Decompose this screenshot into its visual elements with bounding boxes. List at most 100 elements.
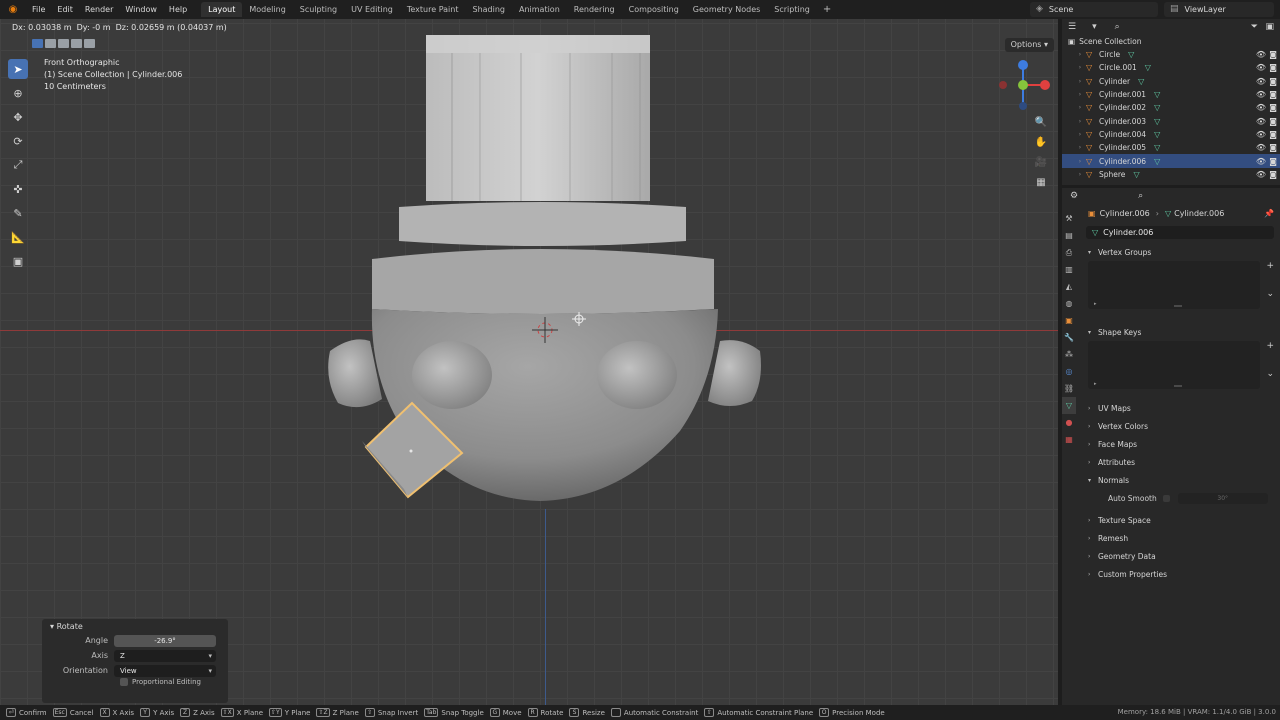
add-cube-tool-icon[interactable]: ▣	[8, 251, 28, 271]
mesh-crumb[interactable]: Cylinder.006	[1174, 209, 1224, 218]
vertex-groups-list[interactable]: ▸	[1088, 261, 1260, 309]
mesh-data-icon[interactable]: ▽	[1154, 143, 1160, 152]
mesh-data-name[interactable]: Cylinder.006	[1103, 228, 1153, 237]
selection-mode-icons[interactable]	[32, 39, 97, 48]
vertex-groups-panel[interactable]: ▾ Vertex Groups	[1080, 243, 1280, 261]
properties-editor-icon[interactable]: ⚙	[1070, 191, 1078, 201]
filter-icon[interactable]: ⏷	[1251, 22, 1258, 32]
mesh-data-icon[interactable]: ▽	[1128, 50, 1134, 59]
navigation-gizmo[interactable]	[996, 59, 1052, 115]
move-tool-icon[interactable]: ✥	[8, 107, 28, 127]
world-tab-icon[interactable]: ◍	[1062, 295, 1076, 312]
outliner-item-name[interactable]: Cylinder.001	[1099, 90, 1146, 99]
eye-icon[interactable]: 👁	[1256, 117, 1266, 126]
camera-icon[interactable]: ◙	[1269, 77, 1277, 86]
add-workspace-button[interactable]: +	[817, 4, 837, 15]
annotate-tool-icon[interactable]: ✎	[8, 203, 28, 223]
mesh-data-icon[interactable]: ▽	[1154, 117, 1160, 126]
outliner-search-icon[interactable]: ⌕	[1115, 22, 1120, 32]
mesh-data-name-field[interactable]: ▽ Cylinder.006	[1086, 226, 1274, 239]
expand-arrow-icon[interactable]: ›	[1074, 144, 1086, 151]
menu-file[interactable]: File	[26, 0, 51, 19]
constraints-tab-icon[interactable]: ⛓	[1062, 380, 1076, 397]
expand-arrow-icon[interactable]: ›	[1074, 131, 1086, 138]
camera-icon[interactable]: ◙	[1269, 117, 1277, 126]
cylinder-knob-right[interactable]	[708, 340, 761, 406]
normals-panel[interactable]: ▾ Normals	[1080, 471, 1280, 489]
cursor-tool-icon[interactable]: ⊕	[8, 83, 28, 103]
view-layer-selector[interactable]: ▤ ViewLayer	[1164, 2, 1274, 17]
auto-smooth-checkbox[interactable]	[1162, 494, 1170, 502]
camera-icon[interactable]: ◙	[1269, 143, 1277, 152]
tab-geometry-nodes[interactable]: Geometry Nodes	[686, 2, 767, 17]
tool-tab-icon[interactable]: ⚒	[1062, 210, 1076, 227]
pin-icon[interactable]: 📌	[1264, 209, 1274, 218]
outliner-item[interactable]: › ▽ Cylinder.005 ▽ 👁 ◙	[1062, 141, 1280, 154]
eye-icon[interactable]: 👁	[1256, 50, 1266, 59]
expand-arrow-icon[interactable]: ›	[1074, 158, 1086, 165]
scene-selector[interactable]: ◈ Scene	[1030, 2, 1158, 17]
mesh-data-icon[interactable]: ▽	[1154, 90, 1160, 99]
rotate-operator-panel[interactable]: ▾ Rotate Angle -26.9° Axis Z Orientation…	[42, 619, 228, 703]
mesh-data-icon[interactable]: ▽	[1138, 77, 1144, 86]
camera-view-icon[interactable]: 🎥	[1033, 155, 1049, 171]
eye-icon[interactable]: 👁	[1256, 77, 1266, 86]
menu-window[interactable]: Window	[119, 0, 163, 19]
proportional-editing-checkbox[interactable]: Proportional Editing	[120, 678, 228, 686]
outliner-item[interactable]: › ▽ Cylinder ▽ 👁 ◙	[1062, 75, 1280, 88]
expand-arrow-icon[interactable]: ›	[1074, 118, 1086, 125]
blender-logo-icon[interactable]: ◉	[6, 4, 20, 16]
select-invert-icon[interactable]	[71, 39, 82, 48]
outliner-item-name[interactable]: Cylinder.003	[1099, 117, 1146, 126]
outliner-item[interactable]: › ▽ Cylinder.003 ▽ 👁 ◙	[1062, 114, 1280, 127]
eye-icon[interactable]: 👁	[1256, 170, 1266, 179]
object-crumb[interactable]: Cylinder.006	[1100, 209, 1150, 218]
select-intersect-icon[interactable]	[84, 39, 95, 48]
display-mode-icon[interactable]: ▾	[1092, 22, 1097, 32]
auto-smooth-angle-field[interactable]: 30°	[1177, 492, 1268, 504]
expand-arrow-icon[interactable]: ›	[1074, 51, 1086, 58]
mesh-data-icon[interactable]: ▽	[1133, 170, 1139, 179]
outliner-item[interactable]: › ▽ Sphere ▽ 👁 ◙	[1062, 168, 1280, 181]
shape-keys-panel[interactable]: ▾ Shape Keys	[1080, 323, 1280, 341]
ortho-grid-icon[interactable]: ▦	[1033, 175, 1049, 191]
rotate-tool-icon[interactable]: ⟳	[8, 131, 28, 151]
outliner-item-name[interactable]: Cylinder.006	[1099, 157, 1146, 166]
outliner-item[interactable]: › ▽ Cylinder.006 ▽ 👁 ◙	[1062, 154, 1280, 168]
outliner-item-name[interactable]: Sphere	[1099, 170, 1125, 179]
eye-icon[interactable]: 👁	[1256, 143, 1266, 152]
camera-icon[interactable]: ◙	[1269, 157, 1277, 166]
camera-icon[interactable]: ◙	[1269, 170, 1277, 179]
tab-layout[interactable]: Layout	[201, 2, 243, 17]
texture-space-panel[interactable]: › Texture Space	[1080, 511, 1280, 529]
camera-icon[interactable]: ◙	[1269, 63, 1277, 72]
outliner-item[interactable]: › ▽ Circle ▽ 👁 ◙	[1062, 48, 1280, 61]
outliner-item[interactable]: › ▽ Cylinder.002 ▽ 👁 ◙	[1062, 101, 1280, 114]
new-collection-icon[interactable]: ▣	[1265, 22, 1274, 32]
scene-tab-icon[interactable]: ◭	[1062, 278, 1076, 295]
remesh-panel[interactable]: › Remesh	[1080, 529, 1280, 547]
select-tool-icon[interactable]: ➤	[8, 59, 28, 79]
modifier-tab-icon[interactable]: 🔧	[1062, 329, 1076, 346]
axis-dropdown[interactable]: Z	[114, 649, 216, 662]
zoom-icon[interactable]: 🔍	[1033, 115, 1049, 131]
collar-mesh[interactable]	[399, 202, 686, 246]
outliner-editor-icon[interactable]: ☰	[1068, 22, 1076, 32]
custom-properties-panel[interactable]: › Custom Properties	[1080, 565, 1280, 583]
mesh-data-icon[interactable]: ▽	[1145, 63, 1151, 72]
tab-shading[interactable]: Shading	[465, 2, 512, 17]
tab-texture-paint[interactable]: Texture Paint	[400, 2, 466, 17]
expand-arrow-icon[interactable]: ›	[1074, 78, 1086, 85]
camera-icon[interactable]: ◙	[1269, 90, 1277, 99]
menu-help[interactable]: Help	[163, 0, 193, 19]
outliner-item[interactable]: › ▽ Cylinder.001 ▽ 👁 ◙	[1062, 88, 1280, 101]
tab-rendering[interactable]: Rendering	[567, 2, 622, 17]
cylinder-knob-left[interactable]	[328, 339, 382, 408]
column-mesh[interactable]	[426, 35, 650, 201]
camera-icon[interactable]: ◙	[1269, 130, 1277, 139]
material-tab-icon[interactable]: ●	[1062, 414, 1076, 431]
camera-icon[interactable]: ◙	[1269, 103, 1277, 112]
camera-icon[interactable]: ◙	[1269, 50, 1277, 59]
face-maps-panel[interactable]: › Face Maps	[1080, 435, 1280, 453]
outliner-item-name[interactable]: Cylinder.005	[1099, 143, 1146, 152]
